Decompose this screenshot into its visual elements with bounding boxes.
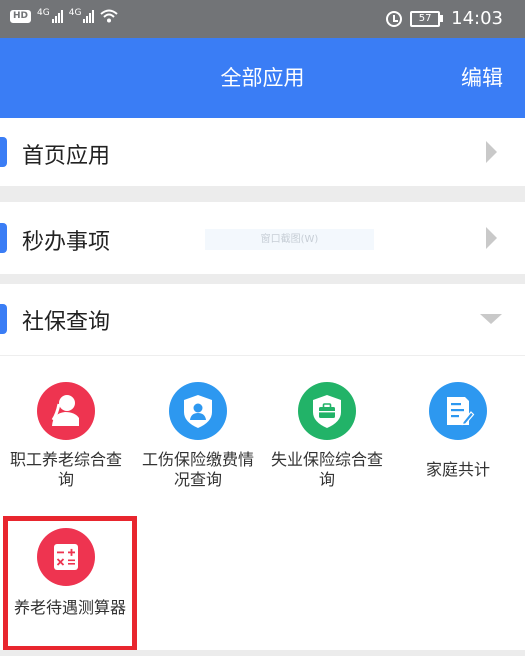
selection-highlight: [3, 516, 137, 651]
shield-briefcase-icon: [298, 382, 356, 440]
section-label: 首页应用: [22, 144, 111, 169]
signal-2-icon: 4G: [69, 9, 95, 23]
section-row-social-security[interactable]: 社保查询: [0, 284, 525, 355]
section-label: 社保查询: [22, 310, 111, 335]
chevron-down-icon: [480, 314, 502, 324]
section-label: 秒办事项: [22, 230, 111, 255]
signal-1-icon: 4G: [37, 9, 63, 23]
elderly-person-icon: [37, 382, 95, 440]
app-item-household-total[interactable]: 家庭共计: [392, 380, 525, 495]
alarm-icon: [386, 10, 403, 27]
shield-person-icon: [169, 382, 227, 440]
battery-level: 57: [410, 10, 441, 27]
divider: [0, 355, 525, 356]
status-right: 57 14:03: [386, 8, 503, 29]
document-edit-icon: [429, 382, 487, 440]
chevron-right-icon: [486, 227, 497, 249]
section-accent-bar: [0, 304, 7, 334]
status-time: 14:03: [451, 8, 503, 29]
chevron-right-icon: [486, 141, 497, 163]
bottom-separator: [0, 650, 525, 656]
window-screenshot-tooltip: 窗口截图(W): [205, 229, 374, 250]
section-separator: [0, 274, 525, 284]
page-title: 全部应用: [220, 66, 305, 90]
status-left: HD 4G 4G: [10, 9, 119, 23]
section-accent-bar: [0, 223, 7, 253]
edit-button[interactable]: 编辑: [461, 38, 503, 118]
wifi-icon: [100, 9, 119, 23]
app-label: 工伤保险缴费情况查询: [141, 450, 254, 489]
battery-icon: 57: [410, 10, 444, 27]
section-row-home-apps[interactable]: 首页应用: [0, 118, 525, 186]
app-item-pension-query[interactable]: 职工养老综合查询: [0, 380, 132, 495]
app-label: 家庭共计: [425, 460, 490, 479]
app-item-unemployment-insurance-query[interactable]: 失业保险综合查询: [262, 380, 392, 495]
app-label: 失业保险综合查询: [270, 450, 383, 489]
status-bar: HD 4G 4G 57 14:03: [0, 0, 525, 38]
app-item-injury-insurance-query[interactable]: 工伤保险缴费情况查询: [132, 380, 262, 495]
section-separator: [0, 186, 525, 202]
app-header: 全部应用 编辑: [0, 38, 525, 118]
app-label: 职工养老综合查询: [9, 450, 122, 489]
hd-badge: HD: [10, 9, 32, 23]
section-accent-bar: [0, 137, 7, 167]
